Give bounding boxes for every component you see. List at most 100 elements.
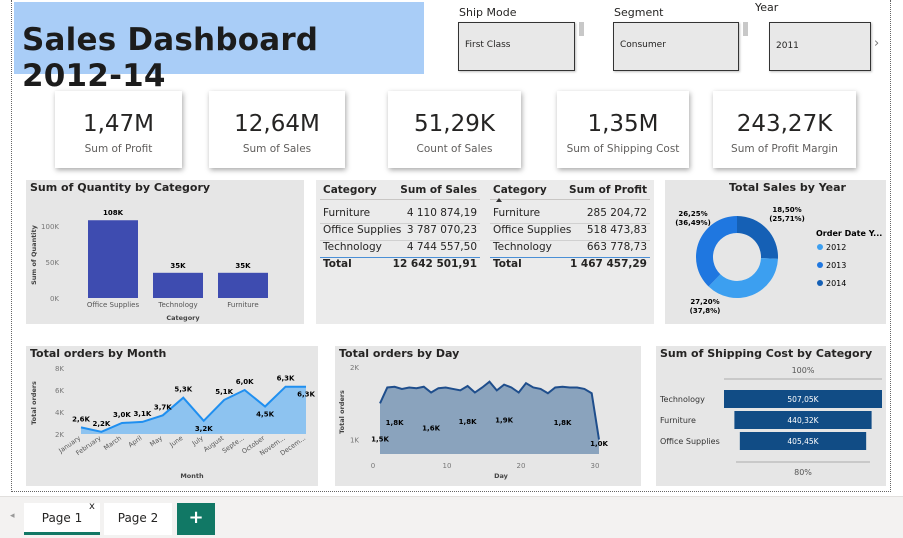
table-cell: Furniture <box>323 207 371 219</box>
data-label: 4,5K <box>256 411 274 419</box>
orders-by-day-chart: 2K 1K 1,5K 1,8K 1,6K 1,8K 1,9K 1,8K 1,0K 0 10 20 30 D… <box>338 364 608 480</box>
table-cell: 3 787 070,23 <box>406 224 477 236</box>
legend-title: Order Date Y... <box>816 229 882 238</box>
column-header[interactable]: Category <box>323 184 377 196</box>
kpi-card-profit: 1,47M Sum of Profit <box>55 91 182 168</box>
sort-ascending-icon[interactable] <box>496 198 502 202</box>
x-tick-label: 0 <box>371 462 375 470</box>
data-label: 3,2K <box>195 425 213 433</box>
data-label: 1,0K <box>590 440 608 448</box>
legend-marker <box>817 244 823 250</box>
year-slicer[interactable]: 2011 <box>769 22 871 71</box>
table-cell: Total <box>493 258 522 270</box>
kpi-label: Sum of Profit <box>84 143 153 155</box>
x-tick-label: 20 <box>517 462 526 470</box>
slicer-label-year: Year <box>755 1 779 14</box>
data-label: 3,0K <box>113 411 131 419</box>
slicer-label-ship-mode: Ship Mode <box>459 6 517 19</box>
profit-table: Category Sum of Profit Furniture 285 204… <box>490 184 650 278</box>
table-row: Office Supplies 518 473,83 <box>490 223 650 239</box>
y-tick-label: 50K <box>46 259 60 267</box>
column-header[interactable]: Sum of Sales <box>400 184 477 196</box>
data-label: 6,0K <box>236 378 254 386</box>
chevron-left-icon[interactable]: ◂ <box>10 511 15 521</box>
table-cell: 4 744 557,50 <box>406 241 477 253</box>
data-label: 1,8K <box>459 418 477 426</box>
slice-label: 26,25% <box>678 210 707 218</box>
add-page-button[interactable]: + <box>177 503 215 535</box>
table-row: Office Supplies 3 787 070,23 <box>320 223 480 239</box>
data-label: 1,8K <box>554 419 572 427</box>
column-header[interactable]: Sum of Profit <box>569 184 647 196</box>
plus-icon: + <box>188 507 204 528</box>
y-tick-label: 4K <box>55 409 64 417</box>
kpi-card-sales: 12,64M Sum of Sales <box>209 91 345 168</box>
orders-by-day-panel: Total orders by Day 2K 1K 1,5K 1,8K 1,6K 1,8K… <box>335 346 641 486</box>
data-label: 35K <box>235 262 251 270</box>
slicer-label-segment: Segment <box>614 6 664 19</box>
table-total-row: Total 1 467 457,29 <box>490 257 650 273</box>
x-tick-label: May <box>148 434 164 448</box>
ship-mode-scrollbar[interactable] <box>579 22 584 36</box>
table-cell: 285 204,72 <box>586 207 647 219</box>
x-tick-label: June <box>167 434 184 449</box>
x-tick-label: 10 <box>443 462 452 470</box>
slice-label: 18,50% <box>772 206 801 214</box>
segment-slicer[interactable]: Consumer <box>613 22 739 71</box>
kpi-label: Sum of Profit Margin <box>731 143 838 155</box>
x-axis-title: Day <box>494 472 509 480</box>
data-label: 2,6K <box>72 415 90 423</box>
slice-label-pct: (25,71%) <box>769 215 805 223</box>
table-cell: Technology <box>493 241 552 253</box>
slice-label-pct: (36,49%) <box>675 219 711 227</box>
tab-label: Page 2 <box>117 511 159 525</box>
x-tick-label: Office Supplies <box>87 301 140 309</box>
table-cell: Technology <box>323 241 382 253</box>
data-label: 1,9K <box>495 417 513 425</box>
page-title: Sales Dashboard 2012-14 <box>22 22 319 94</box>
close-icon[interactable]: x <box>89 501 95 512</box>
kpi-label: Count of Sales <box>416 143 493 155</box>
table-cell: Total <box>323 258 352 270</box>
data-label: 5,1K <box>215 388 233 396</box>
legend-item: 2014 <box>826 279 846 288</box>
table-cell: 4 110 874,19 <box>406 207 477 219</box>
legend-item: 2013 <box>826 261 846 270</box>
category-label: Furniture <box>660 416 696 425</box>
tables-panel: Category Sum of Sales Furniture 4 110 87… <box>316 180 654 324</box>
category-label: Office Supplies <box>660 437 720 446</box>
table-row: Technology 4 744 557,50 <box>320 240 480 256</box>
sales-table: Category Sum of Sales Furniture 4 110 87… <box>320 184 480 278</box>
table-cell: 663 778,73 <box>586 241 647 253</box>
data-label: 507,05K <box>787 395 819 404</box>
bar <box>88 220 138 298</box>
y-axis-title: Total orders <box>30 381 38 425</box>
ship-mode-slicer[interactable]: First Class <box>458 22 575 71</box>
quantity-chart-panel: Sum of Quantity by Category 0K 50K 100K 108… <box>26 180 304 324</box>
data-label: 6,3K <box>297 391 315 399</box>
x-tick-label: Furniture <box>227 301 258 309</box>
column-header[interactable]: Category <box>493 184 547 196</box>
data-label: 440,32K <box>787 416 819 425</box>
y-axis-title: Total orders <box>338 390 346 434</box>
segment-scrollbar[interactable] <box>743 22 748 36</box>
x-axis-title: Month <box>180 472 204 480</box>
x-axis-title: Category <box>166 314 200 322</box>
data-label: 6,3K <box>277 375 295 383</box>
legend-marker <box>817 280 823 286</box>
top-percent-label: 100% <box>792 366 815 375</box>
shipping-cost-panel: Sum of Shipping Cost by Category 100% 507… <box>656 346 886 486</box>
x-tick-label: March <box>102 434 123 452</box>
chevron-right-icon[interactable]: › <box>874 36 879 51</box>
table-cell: 12 642 501,91 <box>392 258 477 270</box>
x-tick-label: 30 <box>591 462 600 470</box>
table-row: Furniture 285 204,72 <box>490 207 650 223</box>
table-cell: Furniture <box>493 207 541 219</box>
table-header: Category Sum of Profit <box>490 184 650 200</box>
bar <box>218 272 268 298</box>
title-banner: Sales Dashboard 2012-14 <box>14 2 424 94</box>
y-tick-label: 100K <box>41 223 59 231</box>
slice-label-pct: (37,8%) <box>690 307 721 315</box>
kpi-label: Sum of Sales <box>242 143 312 155</box>
tab-page-2[interactable]: Page 2 <box>104 503 172 535</box>
